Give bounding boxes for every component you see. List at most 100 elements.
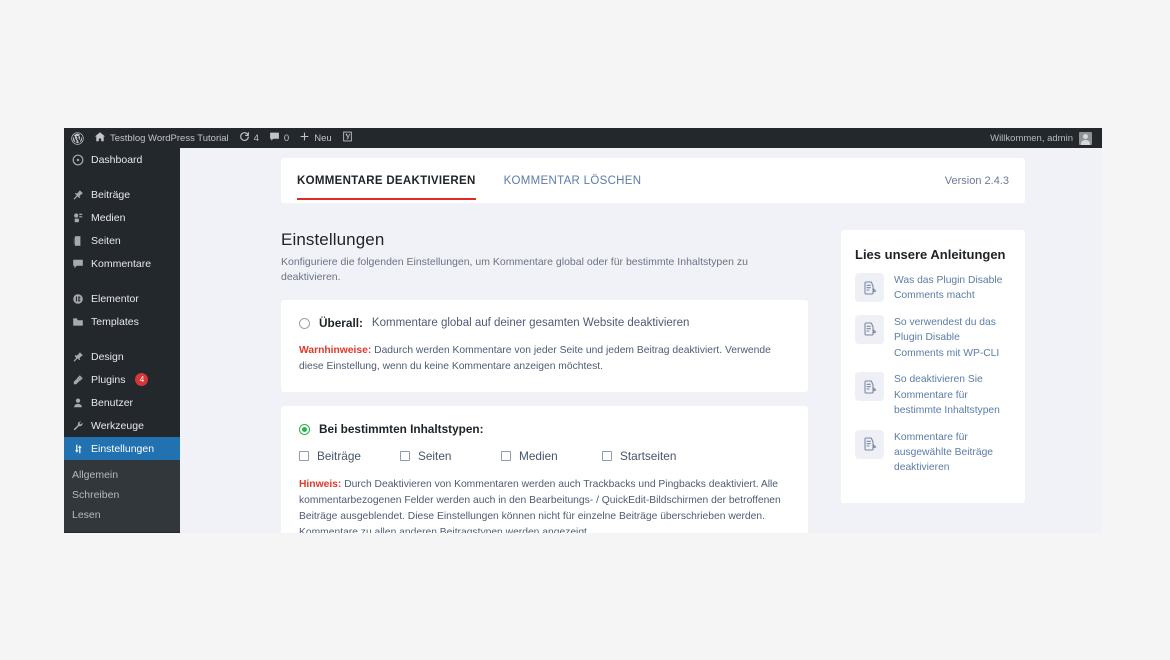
sidebar-item-label: Templates <box>91 315 139 328</box>
checkbox-beitraege[interactable]: Beiträge <box>299 449 400 463</box>
sidebar-item-elementor[interactable]: Elementor <box>64 287 180 310</box>
option-types-row[interactable]: Bei bestimmten Inhaltstypen: <box>299 422 790 436</box>
tab-kommentar-loeschen[interactable]: KOMMENTAR LÖSCHEN <box>504 161 642 200</box>
appearance-icon <box>71 350 84 363</box>
checkbox-label: Medien <box>519 449 558 464</box>
submenu-item-allgemein[interactable]: Allgemein <box>64 465 180 485</box>
menu-separator <box>64 275 180 287</box>
option-types-strong: Bei bestimmten Inhaltstypen: <box>319 422 484 437</box>
guides-title: Lies unsere Anleitungen <box>855 247 1006 262</box>
warning-label: Warnhinweise: <box>299 345 372 357</box>
option-everywhere-note: Warnhinweise: Dadurch werden Kommentare … <box>299 343 790 375</box>
checkbox-startseiten[interactable]: Startseiten <box>602 449 703 463</box>
document-edit-icon <box>855 372 884 402</box>
site-name-menu[interactable]: Testblog WordPress Tutorial <box>91 128 236 148</box>
sidebar-item-label: Werkzeuge <box>91 419 144 432</box>
option-types-note: Hinweis: Durch Deaktivieren von Kommenta… <box>299 477 790 533</box>
sidebar-item-plugins[interactable]: Plugins 4 <box>64 368 180 391</box>
pin-icon <box>71 188 84 201</box>
sidebar-item-label: Seiten <box>91 234 121 247</box>
checkbox-box[interactable] <box>299 451 309 462</box>
document-edit-icon <box>855 273 884 302</box>
updates-count: 4 <box>253 132 259 144</box>
option-everywhere-panel: Überall: Kommentare global auf deiner ge… <box>281 300 808 393</box>
templates-icon <box>71 315 84 328</box>
radio-everywhere[interactable] <box>299 317 310 329</box>
guide-link-label: So deaktivieren Sie Kommentare für besti… <box>894 374 1000 417</box>
submenu-item-label: Lesen <box>72 509 101 521</box>
tab-label: KOMMENTAR LÖSCHEN <box>503 175 642 187</box>
plugin-settings-page: KOMMENTARE DEAKTIVIEREN KOMMENTAR LÖSCHE… <box>180 148 1102 533</box>
checkbox-seiten[interactable]: Seiten <box>400 449 501 463</box>
sidebar-item-dashboard[interactable]: Dashboard <box>64 148 180 171</box>
yoast-seo-icon <box>342 131 353 145</box>
sidebar-item-label: Kommentare <box>91 257 152 270</box>
sidebar-item-label: Design <box>91 350 124 363</box>
plugin-tab-bar: KOMMENTARE DEAKTIVIEREN KOMMENTAR LÖSCHE… <box>281 158 1025 203</box>
guide-link-1[interactable]: Was das Plugin Disable Comments macht <box>855 273 1011 304</box>
option-everywhere-desc: Kommentare global auf deiner gesamten We… <box>371 317 690 330</box>
submenu-item-label: Allgemein <box>72 469 119 481</box>
guide-link-2[interactable]: So verwendest du das Plugin Disable Comm… <box>855 314 1011 361</box>
sidebar-item-design[interactable]: Design <box>64 345 180 368</box>
sidebar-item-label: Dashboard <box>91 153 143 166</box>
yoast-seo-menu[interactable] <box>339 128 360 148</box>
dashboard-icon <box>71 153 84 166</box>
submenu-item-schreiben[interactable]: Schreiben <box>64 485 180 505</box>
settings-submenu: Allgemein Schreiben Lesen <box>64 460 180 532</box>
updates-menu[interactable]: 4 <box>236 128 266 148</box>
updates-icon <box>239 131 250 145</box>
wp-admin-bar: Testblog WordPress Tutorial 4 0 Neu Will… <box>64 128 1102 148</box>
comments-count: 0 <box>283 132 290 144</box>
checkbox-medien[interactable]: Medien <box>501 449 602 463</box>
site-name-label: Testblog WordPress Tutorial <box>110 132 229 144</box>
media-icon <box>71 211 84 224</box>
comment-icon <box>71 257 84 270</box>
sidebar-item-benutzer[interactable]: Benutzer <box>64 391 180 414</box>
new-content-menu[interactable]: Neu <box>296 128 338 148</box>
sidebar-item-templates[interactable]: Templates <box>64 310 180 333</box>
plugin-version-label: Version 2.4.3 <box>944 174 1009 187</box>
sidebar-item-seiten[interactable]: Seiten <box>64 229 180 252</box>
sidebar-item-werkzeuge[interactable]: Werkzeuge <box>64 414 180 437</box>
tab-kommentare-deaktivieren[interactable]: KOMMENTARE DEAKTIVIEREN <box>297 161 476 200</box>
checkbox-label: Startseiten <box>620 449 677 464</box>
sidebar-item-einstellungen[interactable]: Einstellungen <box>64 437 188 460</box>
greeting-label: Willkommen, admin <box>990 132 1073 144</box>
sidebar-item-label: Benutzer <box>91 396 134 409</box>
sidebar-item-label: Elementor <box>91 292 139 305</box>
checkbox-label: Beiträge <box>317 449 361 464</box>
guide-link-3[interactable]: So deaktivieren Sie Kommentare für besti… <box>855 372 1011 418</box>
document-edit-icon <box>855 314 884 344</box>
guide-link-4[interactable]: Kommentare für ausgewählte Beiträge deak… <box>855 429 1011 476</box>
document-edit-icon <box>855 429 884 459</box>
sidebar-item-beitraege[interactable]: Beiträge <box>64 183 180 206</box>
wordpress-admin-window: Testblog WordPress Tutorial 4 0 Neu Will… <box>64 128 1102 533</box>
hint-label: Hinweis: <box>299 479 342 491</box>
sidebar-item-kommentare[interactable]: Kommentare <box>64 252 180 275</box>
elementor-icon <box>71 292 84 305</box>
comments-menu[interactable]: 0 <box>266 128 296 148</box>
radio-specific-types[interactable] <box>299 423 310 435</box>
account-menu[interactable]: Willkommen, admin <box>990 131 1096 145</box>
wordpress-logo-icon[interactable] <box>68 128 91 148</box>
option-everywhere-row[interactable]: Überall: Kommentare global auf deiner ge… <box>299 316 790 330</box>
option-types-panel: Bei bestimmten Inhaltstypen: Beiträge Se… <box>281 406 808 533</box>
guide-link-label: So verwendest du das Plugin Disable Comm… <box>894 316 1000 359</box>
checkbox-box[interactable] <box>602 451 612 462</box>
submenu-item-lesen[interactable]: Lesen <box>64 505 180 525</box>
plus-icon <box>299 131 310 145</box>
hint-body: Durch Deaktivieren von Kommentaren werde… <box>299 479 781 533</box>
user-avatar-icon <box>1079 131 1092 145</box>
page-subtitle: Konfiguriere die folgenden Einstellungen… <box>281 256 748 283</box>
sidebar-item-medien[interactable]: Medien <box>64 206 180 229</box>
plugins-icon <box>71 373 84 386</box>
plugins-update-badge: 4 <box>135 373 149 386</box>
content-type-checkbox-row: Beiträge Seiten Medien Startseiten <box>299 449 790 463</box>
comment-bubble-icon <box>269 131 280 145</box>
checkbox-box[interactable] <box>501 451 511 462</box>
menu-separator <box>64 171 180 183</box>
settings-main-column: Einstellungen Konfiguriere die folgenden… <box>281 230 808 533</box>
checkbox-box[interactable] <box>400 451 410 462</box>
tab-label: KOMMENTARE DEAKTIVIEREN <box>297 175 476 187</box>
